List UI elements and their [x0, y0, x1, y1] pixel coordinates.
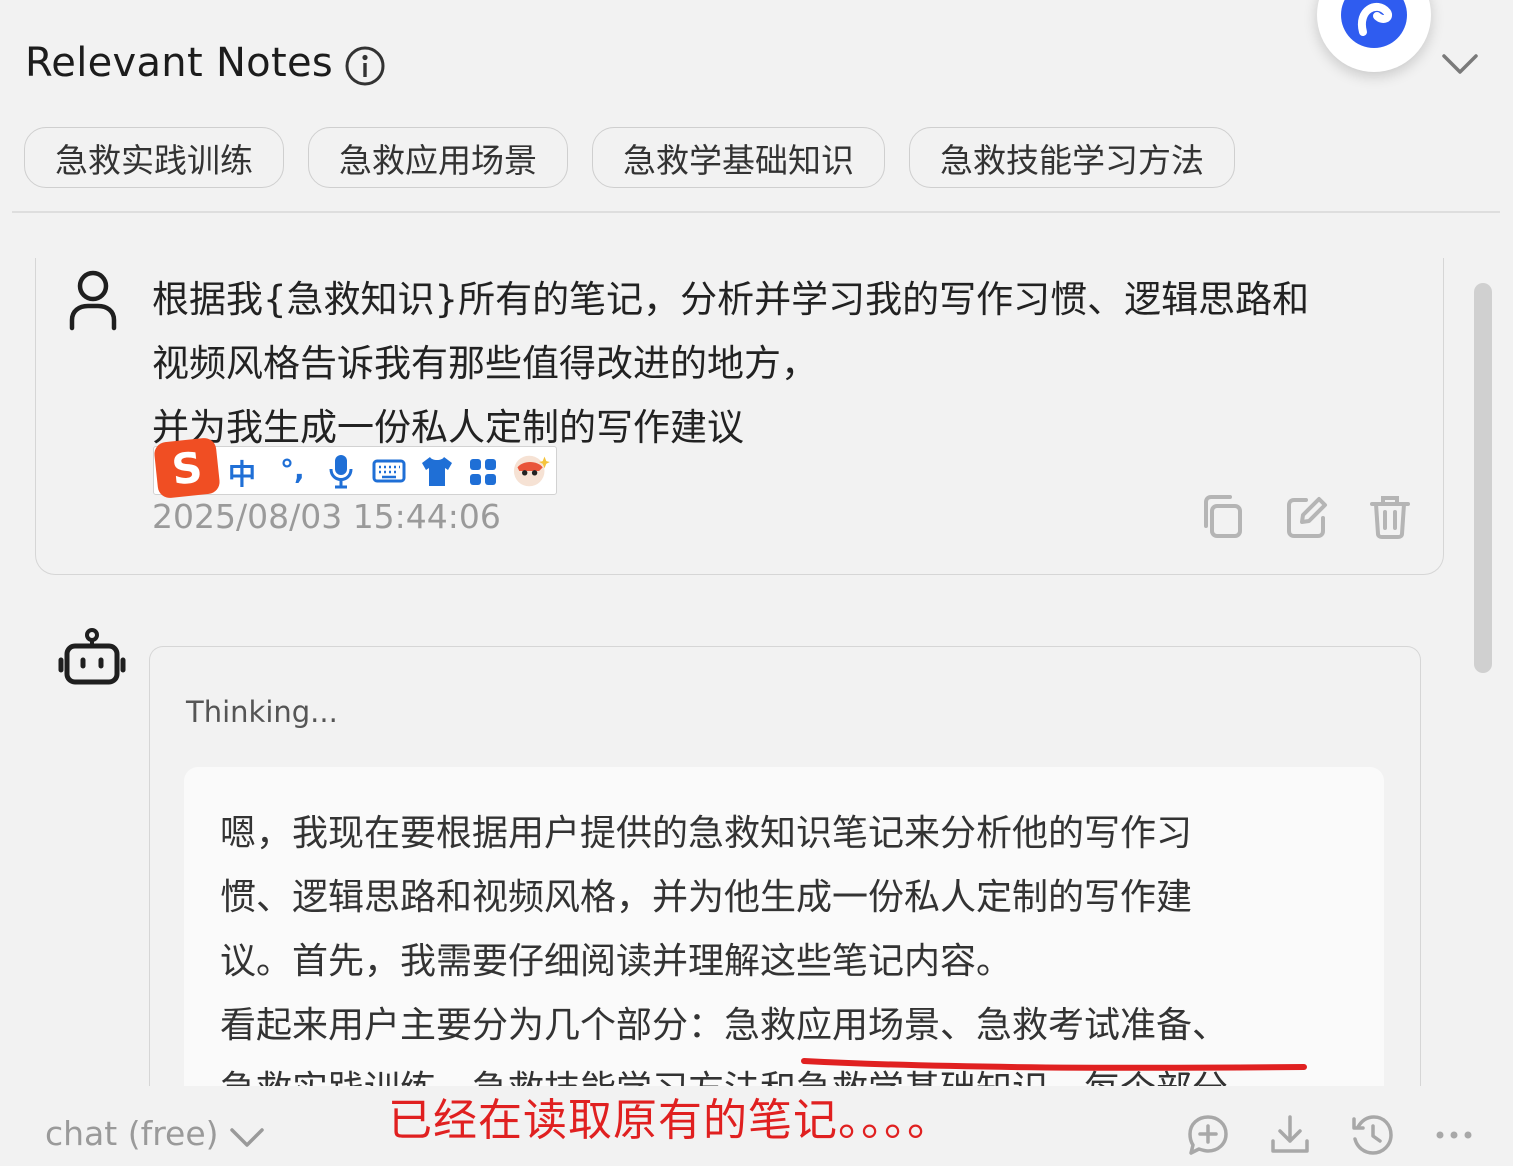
microphone-icon[interactable] [328, 453, 354, 489]
thinking-line: 嗯，我现在要根据用户提供的急救知识笔记来分析他的写作习 [220, 813, 1193, 854]
page-title: Relevant Notes [25, 40, 333, 86]
keyboard-icon[interactable] [372, 453, 406, 489]
download-icon[interactable] [1268, 1113, 1312, 1157]
history-icon[interactable] [1350, 1113, 1394, 1157]
bot-avatar-icon [58, 628, 126, 685]
chevron-down-icon[interactable] [228, 1122, 266, 1152]
delete-icon[interactable] [1368, 492, 1412, 540]
relevant-notes-tags: 急救实践训练 急救应用场景 急救学基础知识 急救技能学习方法 [24, 127, 1235, 188]
user-avatar-icon [69, 270, 117, 331]
ime-punct-mode[interactable]: °, [280, 453, 305, 489]
thinking-line: 议。首先，我需要仔细阅读并理解这些笔记内容。 [220, 941, 1013, 982]
assistant-logo-icon [1341, 0, 1407, 48]
new-chat-icon[interactable] [1186, 1113, 1230, 1157]
skin-shirt-icon[interactable] [420, 453, 454, 489]
tag-chip[interactable]: 急救学基础知识 [592, 127, 885, 188]
thinking-line: 看起来用户主要分为几个部分：急救应用场景、急救考试准备、 [220, 1005, 1229, 1046]
ime-logo-icon[interactable]: S [153, 436, 221, 500]
assistant-fab-button[interactable] [1317, 0, 1431, 72]
scrollbar-thumb[interactable] [1474, 283, 1492, 673]
user-message-line: 视频风格告诉我有那些值得改进的地方， [152, 342, 818, 385]
thinking-content: 嗯，我现在要根据用户提供的急救知识笔记来分析他的写作习 惯、逻辑思路和视频风格，… [184, 767, 1384, 1086]
message-actions [1200, 492, 1412, 540]
user-message-line: 根据我{急救知识}所有的笔记，分析并学习我的写作习惯、逻辑思路和 [152, 278, 1310, 321]
annotation-underline [801, 1058, 1307, 1071]
bot-message-card: Thinking... 嗯，我现在要根据用户提供的急救知识笔记来分析他的写作习 … [149, 646, 1421, 1086]
message-timestamp: 2025/08/03 15:44:06 [152, 497, 501, 536]
thinking-text: 嗯，我现在要根据用户提供的急救知识笔记来分析他的写作习 惯、逻辑思路和视频风格，… [220, 802, 1228, 1086]
annotation-text: 已经在读取原有的笔记。。。。 [388, 1095, 952, 1146]
tag-chip[interactable]: 急救实践训练 [24, 127, 284, 188]
thinking-line: 惯、逻辑思路和视频风格，并为他生成一份私人定制的写作建 [220, 877, 1193, 918]
chevron-down-icon[interactable] [1440, 48, 1480, 80]
thinking-label: Thinking... [186, 695, 338, 729]
edit-icon[interactable] [1284, 492, 1328, 540]
tag-chip[interactable]: 急救应用场景 [308, 127, 568, 188]
header-divider [12, 211, 1500, 213]
ime-toolbar: S 中 °, [153, 436, 557, 500]
ime-mascot-icon[interactable] [510, 453, 552, 489]
copy-icon[interactable] [1200, 492, 1244, 540]
tag-chip[interactable]: 急救技能学习方法 [909, 127, 1235, 188]
info-icon[interactable] [343, 44, 387, 88]
user-message-text: 根据我{急救知识}所有的笔记，分析并学习我的写作习惯、逻辑思路和 视频风格告诉我… [152, 268, 1422, 460]
ime-chinese-mode[interactable]: 中 [228, 453, 256, 491]
apps-grid-icon[interactable] [468, 453, 498, 489]
more-options-icon[interactable] [1432, 1113, 1476, 1157]
model-selector[interactable]: chat (free) [45, 1114, 219, 1153]
footer-actions [1186, 1113, 1476, 1157]
